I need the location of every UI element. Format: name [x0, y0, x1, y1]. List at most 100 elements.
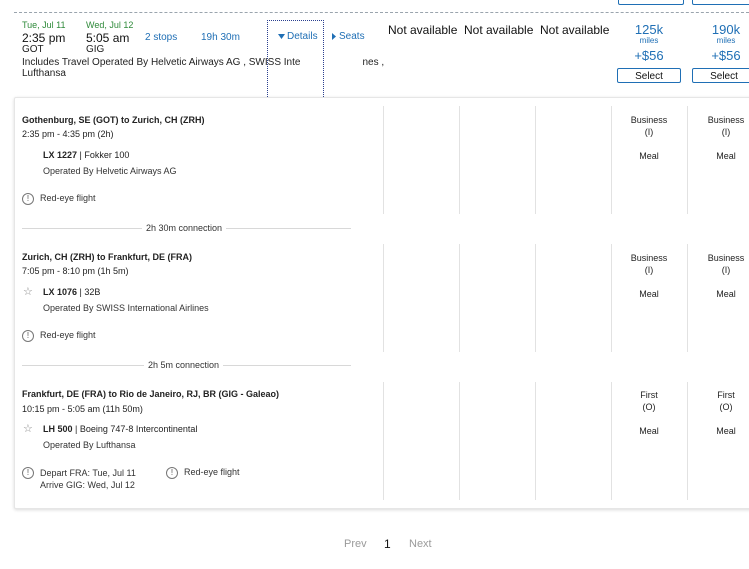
- select-fare-2-button[interactable]: Select: [692, 68, 749, 83]
- alert-icon: !: [166, 467, 178, 479]
- fare-price-1: +$56: [634, 48, 664, 63]
- destination-code: GIG: [86, 44, 105, 55]
- segment-3-cabin-2: First (O) Meal: [696, 389, 749, 437]
- segment-3-time: 10:15 pm - 5:05 am (11h 50m): [22, 404, 143, 414]
- col-sep: [611, 244, 612, 352]
- segment-1-time: 2:35 pm - 4:35 pm (2h): [22, 129, 114, 139]
- operated-line-2: Lufthansa: [22, 68, 66, 79]
- caret-right-icon: [332, 33, 336, 40]
- col-sep: [383, 382, 384, 500]
- col-sep: [459, 382, 460, 500]
- fare-not-available-3: Not available: [540, 23, 610, 37]
- segment-1-aircraft: | Fokker 100: [77, 150, 130, 160]
- cabin-meal: Meal: [639, 426, 659, 436]
- cabin-meal: Meal: [716, 151, 736, 161]
- segment-2-aircraft: | 32B: [77, 287, 101, 297]
- fare-price-2: +$56: [711, 48, 741, 63]
- col-sep: [459, 244, 460, 352]
- segment-2-cabin-1: Business (I) Meal: [619, 252, 679, 300]
- segment-2-operator: Operated By SWISS International Airlines: [43, 303, 209, 313]
- segment-3-flight-number: LH 500: [43, 424, 73, 434]
- col-sep: [611, 106, 612, 214]
- operated-line-1-end: nes ,: [362, 57, 385, 68]
- segment-3-arrive-note: Arrive GIG: Wed, Jul 12: [40, 480, 135, 490]
- alert-icon: !: [22, 467, 34, 479]
- arrive-time: 5:05 am: [86, 31, 130, 45]
- segment-3-flight: LH 500 | Boeing 747-8 Intercontinental: [43, 424, 197, 434]
- segment-3-warning: ! Red-eye flight: [166, 467, 240, 479]
- prev-select-button-edge-2[interactable]: [692, 0, 749, 5]
- segment-1-route: Gothenburg, SE (GOT) to Zurich, CH (ZRH): [22, 115, 205, 125]
- segment-2-warning: ! Red-eye flight: [22, 330, 96, 342]
- cabin-code: (O): [642, 402, 656, 412]
- connection-line: [22, 227, 142, 229]
- col-sep: [687, 382, 688, 500]
- stops-link[interactable]: 2 stops: [145, 32, 177, 43]
- segment-1-operator: Operated By Helvetic Airways AG: [43, 166, 177, 176]
- star-icon[interactable]: ☆: [23, 422, 33, 435]
- segment-3-cabin-1: First (O) Meal: [619, 389, 679, 437]
- seats-link[interactable]: Seats: [332, 31, 365, 42]
- operated-line-1-start: Includes Travel Operated By Helvetic Air…: [22, 57, 301, 68]
- cabin-code: (I): [721, 127, 731, 137]
- fare-miles-1: 125k: [634, 22, 664, 37]
- star-icon[interactable]: ☆: [23, 285, 33, 298]
- segment-3-dates: Depart FRA: Tue, Jul 11 Arrive GIG: Wed,…: [40, 467, 136, 491]
- alert-icon: !: [22, 330, 34, 342]
- col-sep: [535, 382, 536, 500]
- seats-label: Seats: [339, 31, 365, 42]
- segment-2-flight: LX 1076 | 32B: [43, 287, 100, 297]
- fare-not-available-1: Not available: [388, 23, 458, 37]
- segment-3-depart-note: Depart FRA: Tue, Jul 11: [40, 468, 136, 478]
- pagination-current[interactable]: 1: [384, 537, 391, 551]
- connection-1-text: 2h 30m connection: [146, 223, 223, 233]
- cabin-name: Business: [707, 253, 745, 263]
- cabin-name: Business: [707, 115, 745, 125]
- alert-icon: !: [22, 193, 34, 205]
- cabin-code: (I): [721, 265, 731, 275]
- pagination-next[interactable]: Next: [409, 538, 432, 550]
- depart-date: Tue, Jul 11: [22, 20, 66, 30]
- prev-select-button-edge[interactable]: [618, 0, 684, 5]
- cabin-meal: Meal: [716, 289, 736, 299]
- connection-line: [22, 364, 144, 366]
- col-sep: [459, 106, 460, 214]
- cabin-code: (I): [644, 265, 654, 275]
- cabin-name: First: [640, 390, 658, 400]
- cabin-meal: Meal: [716, 426, 736, 436]
- col-sep: [687, 106, 688, 214]
- cabin-code: (I): [644, 127, 654, 137]
- fare-miles-2: 190k: [711, 22, 741, 37]
- cabin-name: First: [717, 390, 735, 400]
- segment-1-warning: ! Red-eye flight: [22, 193, 96, 205]
- segment-1-cabin-2: Business (I) Meal: [696, 114, 749, 162]
- segment-3-aircraft: | Boeing 747-8 Intercontinental: [72, 424, 198, 434]
- segment-3-warning-dates: ! Depart FRA: Tue, Jul 11 Arrive GIG: We…: [22, 467, 136, 491]
- cabin-meal: Meal: [639, 289, 659, 299]
- segment-2-flight-number: LX 1076: [43, 287, 78, 297]
- details-label: Details: [287, 31, 318, 42]
- depart-time: 2:35 pm: [22, 31, 66, 45]
- segment-2-cabin-2: Business (I) Meal: [696, 252, 749, 300]
- segment-1-flight-number: LX 1227: [43, 150, 78, 160]
- cabin-meal: Meal: [639, 151, 659, 161]
- col-sep: [611, 382, 612, 500]
- operated-line-1: Includes Travel Operated By Helvetic Air…: [22, 57, 384, 68]
- caret-down-icon: [278, 34, 285, 39]
- col-sep: [383, 244, 384, 352]
- segment-3-operator: Operated By Lufthansa: [43, 440, 136, 450]
- col-sep: [687, 244, 688, 352]
- connection-line: [223, 364, 352, 366]
- fare-miles-unit-2: miles: [716, 36, 736, 45]
- col-sep: [383, 106, 384, 214]
- details-toggle[interactable]: Details: [278, 31, 318, 42]
- pagination-prev[interactable]: Prev: [344, 538, 367, 550]
- fare-miles-unit-1: miles: [639, 36, 659, 45]
- connection-1: 2h 30m connection: [22, 223, 352, 233]
- col-sep: [535, 106, 536, 214]
- segment-1-warning-text: Red-eye flight: [40, 193, 96, 203]
- segment-3-warning-text: Red-eye flight: [184, 467, 240, 477]
- select-fare-1-button[interactable]: Select: [617, 68, 681, 83]
- segment-2-route: Zurich, CH (ZRH) to Frankfurt, DE (FRA): [22, 252, 192, 262]
- duration: 19h 30m: [201, 32, 240, 43]
